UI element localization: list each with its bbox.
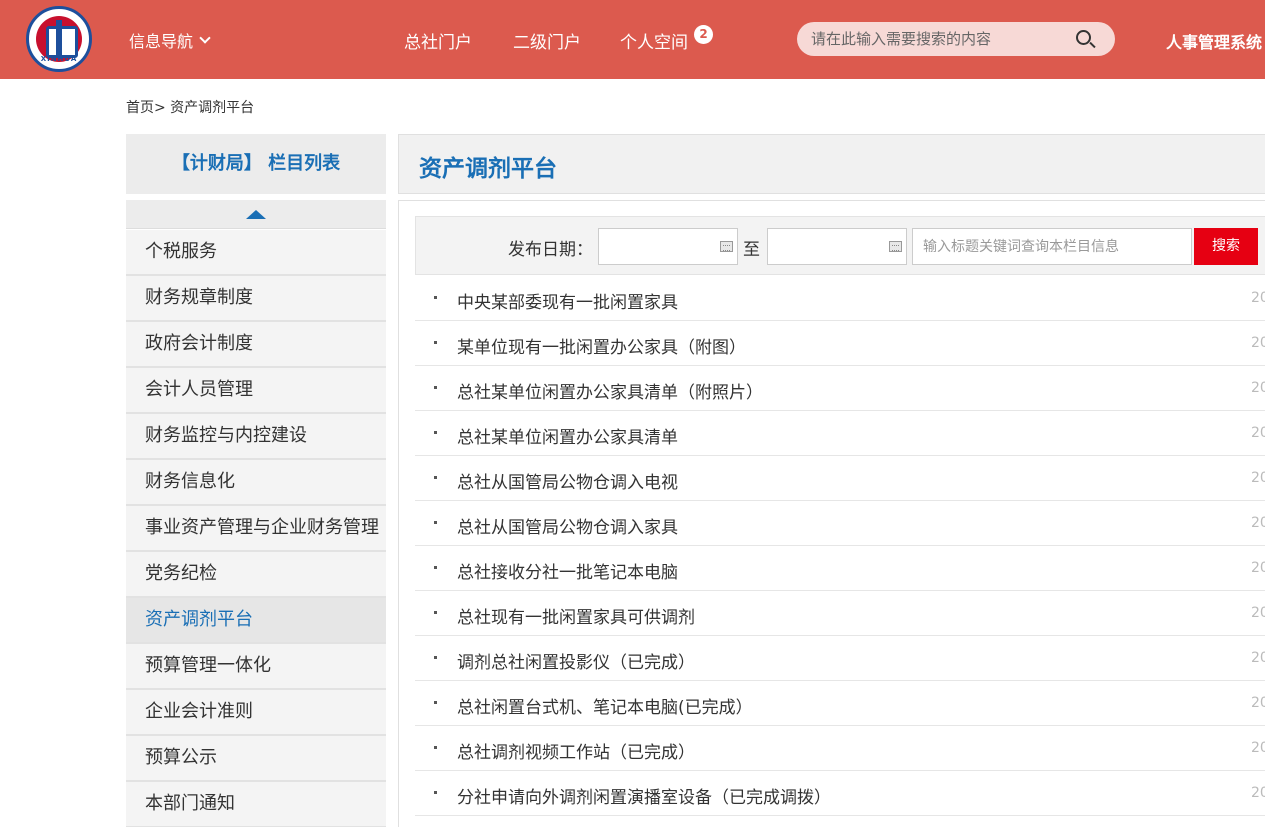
- bullet-icon: [434, 701, 437, 704]
- article-title[interactable]: 分社申请向外调剂闲置演播室设备（已完成调拨）: [457, 783, 831, 808]
- list-item[interactable]: 总社闲置台式机、笔记本电脑(已完成） 20: [415, 681, 1265, 726]
- nav-link-headquarters-portal[interactable]: 总社门户: [404, 28, 472, 53]
- bullet-icon: [434, 431, 437, 434]
- sidebar-title: 【计财局】 栏目列表: [126, 134, 386, 194]
- article-title[interactable]: 总社闲置台式机、笔记本电脑(已完成）: [457, 693, 753, 718]
- sidebar-item-financial-informatization[interactable]: 财务信息化: [126, 460, 386, 506]
- global-search-box: [797, 22, 1115, 56]
- sidebar-item-tax-service[interactable]: 个税服务: [126, 230, 386, 276]
- article-title[interactable]: 某单位现有一批闲置办公家具（附图）: [457, 333, 746, 358]
- article-title[interactable]: 总社某单位闲置办公家具清单: [457, 423, 678, 448]
- article-title[interactable]: 总社现有一批闲置家具可供调剂: [457, 603, 695, 628]
- filter-bar: 发布日期： 至 搜索: [415, 216, 1265, 275]
- global-search-input[interactable]: [811, 22, 1071, 56]
- article-date: 20: [1251, 605, 1265, 621]
- publish-date-label: 发布日期：: [508, 240, 593, 260]
- article-date: 20: [1251, 470, 1265, 486]
- bullet-icon: [434, 611, 437, 614]
- sidebar-item-accountant-management[interactable]: 会计人员管理: [126, 368, 386, 414]
- list-item[interactable]: 总社调剂视频工作站（已完成） 20: [415, 726, 1265, 771]
- article-title[interactable]: 总社接收分社一批笔记本电脑: [457, 558, 678, 583]
- article-title[interactable]: 总社从国管局公物仓调入电视: [457, 468, 678, 493]
- list-item[interactable]: 总社从国管局公物仓调入家具 20: [415, 501, 1265, 546]
- article-date: 20: [1251, 740, 1265, 756]
- search-button[interactable]: 搜索: [1194, 228, 1258, 265]
- bullet-icon: [434, 656, 437, 659]
- list-item[interactable]: 中央某部委现有一批闲置家具 20: [415, 276, 1265, 321]
- sidebar-item-party-discipline[interactable]: 党务纪检: [126, 552, 386, 598]
- info-navigation-label: 信息导航: [129, 32, 194, 51]
- main-title-bar: 资产调剂平台: [398, 134, 1265, 194]
- list-item[interactable]: 总社现有一批闲置家具可供调剂 20: [415, 591, 1265, 636]
- article-date: 20: [1251, 515, 1265, 531]
- keyword-search-box: [912, 228, 1192, 265]
- calendar-icon[interactable]: [720, 241, 733, 252]
- sidebar-item-financial-monitoring[interactable]: 财务监控与内控建设: [126, 414, 386, 460]
- article-list: 中央某部委现有一批闲置家具 20 某单位现有一批闲置办公家具（附图） 20 总社某单…: [415, 276, 1265, 816]
- article-title[interactable]: 总社调剂视频工作站（已完成）: [457, 738, 695, 763]
- start-date-field[interactable]: [598, 228, 738, 265]
- info-navigation-dropdown[interactable]: 信息导航: [129, 28, 211, 52]
- article-date: 20: [1251, 785, 1265, 801]
- sidebar-item-financial-regulations[interactable]: 财务规章制度: [126, 276, 386, 322]
- sidebar-item-budget-disclosure[interactable]: 预算公示: [126, 736, 386, 782]
- bullet-icon: [434, 386, 437, 389]
- list-item[interactable]: 总社某单位闲置办公家具清单 20: [415, 411, 1265, 456]
- list-item[interactable]: 某单位现有一批闲置办公家具（附图） 20: [415, 321, 1265, 366]
- bullet-icon: [434, 791, 437, 794]
- calendar-icon[interactable]: [889, 241, 902, 252]
- sidebar-menu: 个税服务 财务规章制度 政府会计制度 会计人员管理 财务监控与内控建设 财务信息…: [126, 230, 386, 827]
- list-item[interactable]: 总社某单位闲置办公家具清单（附照片） 20: [415, 366, 1265, 411]
- article-date: 20: [1251, 650, 1265, 666]
- list-item[interactable]: 调剂总社闲置投影仪（已完成） 20: [415, 636, 1265, 681]
- sidebar-item-budget-integration[interactable]: 预算管理一体化: [126, 644, 386, 690]
- article-title[interactable]: 总社从国管局公物仓调入家具: [457, 513, 678, 538]
- bullet-icon: [434, 476, 437, 479]
- sidebar-item-department-notices[interactable]: 本部门通知: [126, 782, 386, 827]
- personal-space-badge: 2: [694, 25, 713, 44]
- top-navigation-bar: XINHUA 信息导航 总社门户 二级门户 个人空间 2 人事管理系统: [0, 0, 1265, 79]
- sidebar-item-asset-allocation-platform[interactable]: 资产调剂平台: [126, 598, 386, 644]
- sidebar-scroll-up-arrow-icon[interactable]: [126, 200, 386, 229]
- hr-system-link[interactable]: 人事管理系统: [1166, 29, 1262, 53]
- chevron-down-icon: [199, 32, 211, 44]
- end-date-field[interactable]: [767, 228, 907, 265]
- bullet-icon: [434, 521, 437, 524]
- article-date: 20: [1251, 290, 1265, 306]
- sidebar-item-enterprise-accounting-standards[interactable]: 企业会计准则: [126, 690, 386, 736]
- bullet-icon: [434, 296, 437, 299]
- sidebar-item-asset-enterprise-finance[interactable]: 事业资产管理与企业财务管理: [126, 506, 386, 552]
- article-date: 20: [1251, 695, 1265, 711]
- article-title[interactable]: 中央某部委现有一批闲置家具: [457, 288, 678, 313]
- bullet-icon: [434, 566, 437, 569]
- list-item[interactable]: 总社接收分社一批笔记本电脑 20: [415, 546, 1265, 591]
- list-item[interactable]: 总社从国管局公物仓调入电视 20: [415, 456, 1265, 501]
- article-title[interactable]: 调剂总社闲置投影仪（已完成）: [457, 648, 695, 673]
- keyword-search-input[interactable]: [913, 229, 1191, 264]
- page-title: 资产调剂平台: [419, 156, 557, 182]
- bullet-icon: [434, 746, 437, 749]
- article-date: 20: [1251, 560, 1265, 576]
- sidebar-item-government-accounting[interactable]: 政府会计制度: [126, 322, 386, 368]
- breadcrumb[interactable]: 首页> 资产调剂平台: [126, 97, 254, 117]
- article-date: 20: [1251, 335, 1265, 351]
- article-title[interactable]: 总社某单位闲置办公家具清单（附照片）: [457, 378, 763, 403]
- search-icon[interactable]: [1076, 30, 1091, 45]
- bullet-icon: [434, 341, 437, 344]
- list-item[interactable]: 分社申请向外调剂闲置演播室设备（已完成调拨） 20: [415, 771, 1265, 816]
- article-date: 20: [1251, 380, 1265, 396]
- article-date: 20: [1251, 425, 1265, 441]
- nav-link-secondary-portal[interactable]: 二级门户: [513, 28, 581, 53]
- xinhua-logo-icon[interactable]: XINHUA: [26, 6, 92, 72]
- logo-text: XINHUA: [40, 55, 78, 63]
- date-range-to-label: 至: [743, 240, 760, 260]
- nav-link-personal-space[interactable]: 个人空间: [620, 28, 688, 53]
